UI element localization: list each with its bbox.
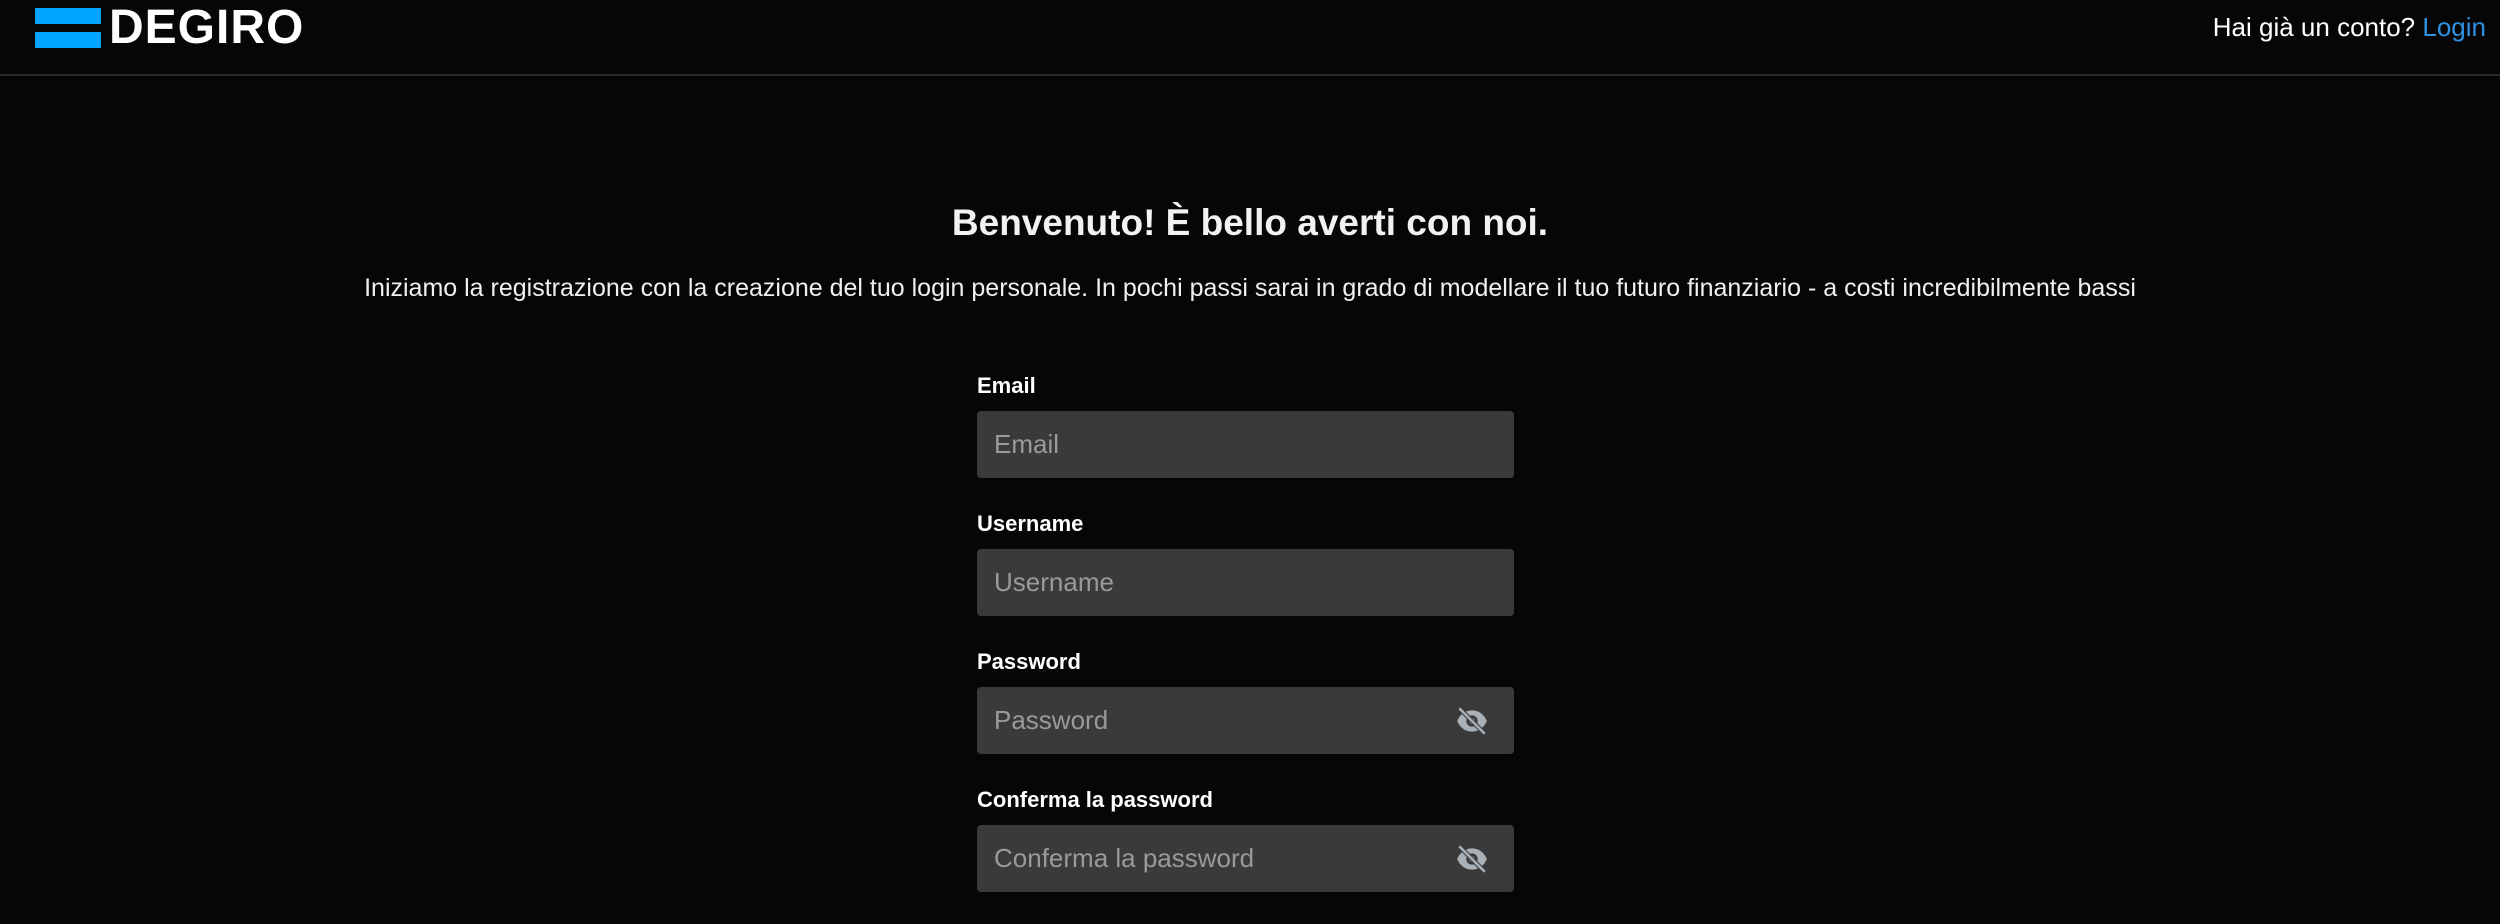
confirm-password-input[interactable] [977, 825, 1514, 892]
account-prompt: Hai già un conto? Login [2213, 10, 2486, 44]
confirm-password-input-box [977, 825, 1514, 892]
page-subtitle: Iniziamo la registrazione con la creazio… [364, 274, 2136, 302]
account-prompt-text: Hai già un conto? [2212, 12, 2416, 42]
eye-off-icon[interactable] [1454, 842, 1490, 876]
eye-off-icon[interactable] [1454, 704, 1490, 738]
email-field-group: Email [977, 372, 1514, 510]
degiro-logo[interactable]: DEGIRO [35, 1, 305, 54]
top-header: DEGIRO Hai già un conto? Login [0, 0, 2500, 76]
degiro-logo-icon [35, 8, 101, 48]
username-field-group: Username [977, 510, 1514, 648]
password-input-box [977, 687, 1514, 754]
email-input-box [977, 411, 1514, 478]
password-label: Password [977, 649, 1081, 674]
username-input[interactable] [977, 549, 1514, 616]
email-input[interactable] [977, 411, 1514, 478]
registration-form: Email Username Password Confe [977, 372, 1514, 924]
username-label: Username [977, 511, 1084, 536]
confirm-password-field-group: Conferma la password [977, 786, 1514, 924]
password-field-group: Password [977, 648, 1514, 786]
email-label: Email [977, 373, 1036, 398]
password-input[interactable] [977, 687, 1514, 754]
logo-text: DEGIRO [109, 1, 305, 54]
page-title: Benvenuto! È bello averti con noi. [951, 202, 1549, 243]
confirm-password-label: Conferma la password [977, 787, 1213, 812]
username-input-box [977, 549, 1514, 616]
login-link[interactable]: Login [2422, 12, 2486, 42]
